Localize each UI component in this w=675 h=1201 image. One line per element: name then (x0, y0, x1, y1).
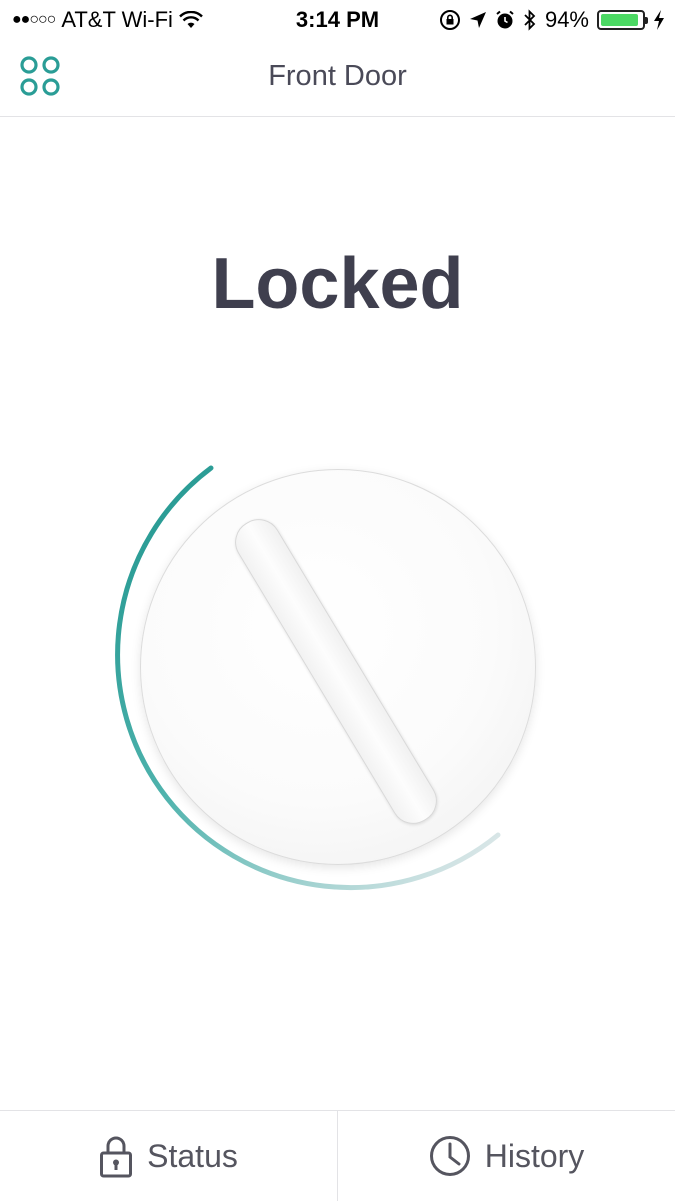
battery-icon (597, 10, 648, 30)
alarm-icon (496, 10, 514, 29)
battery-percent: 94% (544, 7, 589, 32)
status-bar: ●●○○○ AT&T Wi-Fi 3:14 PM 94% (0, 0, 675, 40)
tab-status-label: Status (147, 1137, 238, 1174)
dial-knob[interactable] (140, 469, 536, 865)
tab-status[interactable]: Status (0, 1111, 337, 1201)
rotation-lock-icon (439, 10, 460, 30)
bluetooth-icon (524, 9, 536, 31)
lock-status-label: Locked (211, 244, 464, 324)
clock-icon (429, 1136, 470, 1176)
lock-dial[interactable] (80, 440, 560, 920)
dial-thumb-bar[interactable] (226, 510, 446, 833)
charging-bolt-icon (654, 10, 664, 30)
status-bar-right: 94% (439, 7, 665, 33)
page-title: Front Door (268, 60, 407, 92)
location-arrow-icon (469, 12, 486, 28)
nav-bar: Front Door (0, 40, 675, 117)
tab-history-label: History (484, 1137, 585, 1174)
battery-fill (601, 14, 639, 26)
tab-history[interactable]: History (337, 1111, 675, 1201)
padlock-icon (100, 1136, 133, 1178)
tab-bar: Status History (0, 1110, 675, 1201)
